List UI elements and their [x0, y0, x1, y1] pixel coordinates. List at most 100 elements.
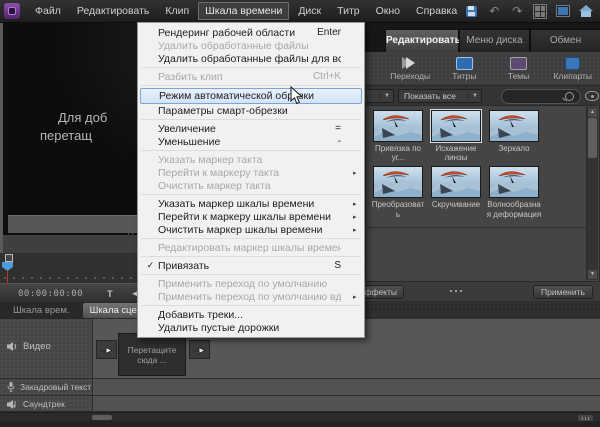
menu-item-label: Разбить клип [158, 71, 313, 83]
menu-item[interactable] [141, 150, 361, 151]
menu-item[interactable] [141, 85, 361, 86]
category-item[interactable]: Титры [438, 56, 490, 81]
effect-item[interactable]: Скручивание [427, 166, 485, 218]
menubar-item[interactable]: Титр [330, 2, 366, 20]
menu-item[interactable] [141, 305, 361, 306]
menu-item[interactable]: Редактировать маркер шкалы времени... [138, 241, 364, 254]
menu-item[interactable]: Удалить обработанные файлы [138, 39, 364, 52]
save-button[interactable] [464, 5, 478, 18]
clip-drop-placeholder[interactable]: Перетащите сюда ... [118, 333, 186, 376]
track-header-soundtrack[interactable]: Саундтрек [0, 397, 92, 411]
category-icon [456, 57, 473, 70]
apply-label: Применить [541, 287, 585, 297]
menu-item[interactable]: Указать маркер шкалы времени ▸ [138, 197, 364, 210]
category-item[interactable]: Клипарты [547, 56, 599, 81]
menu-item[interactable]: Удалить пустые дорожки [138, 321, 364, 334]
menubar-item[interactable]: Шкала времени [198, 2, 289, 20]
soundtrack-track-lane[interactable] [93, 396, 600, 412]
menu-item[interactable] [141, 274, 361, 275]
menu-item[interactable]: Режим автоматической обрезки [140, 88, 362, 104]
tasks-panel-tab[interactable]: Меню диска [459, 29, 530, 52]
menubar-item[interactable]: Диск [291, 2, 328, 20]
menu-item[interactable]: Применить переход по умолчанию вдоль CTI… [138, 290, 364, 303]
menu-item-label: Параметры смарт-обрезки [158, 105, 341, 117]
home-button[interactable] [579, 5, 593, 18]
scroll-down-icon[interactable]: ▼ [588, 270, 597, 279]
menu-item[interactable] [141, 119, 361, 120]
redo-button[interactable]: ↷ [510, 5, 524, 18]
menu-item-label: Привязать [158, 260, 334, 272]
menubar-item[interactable]: Клип [158, 2, 196, 20]
menu-item[interactable] [141, 194, 361, 195]
set-marker-button[interactable]: Т [107, 289, 113, 299]
menu-item[interactable]: Уменьшение - [138, 135, 364, 148]
menu-item-shortcut: - [338, 136, 353, 147]
category-item[interactable]: Темы [493, 56, 545, 81]
list-section-divider [366, 227, 588, 228]
menu-item[interactable] [141, 67, 361, 68]
scroll-up-icon[interactable]: ▲ [588, 108, 597, 117]
menu-item[interactable]: Удалить обработанные файлы для всех прое… [138, 52, 364, 65]
transition-slot-button[interactable] [96, 340, 117, 359]
narration-track-lane[interactable] [93, 379, 600, 395]
menu-item[interactable]: Применить переход по умолчанию [138, 277, 364, 290]
track-header-narration[interactable]: Закадровый текст [0, 380, 92, 394]
splitter-grip-icon[interactable] [450, 290, 462, 292]
apply-button[interactable]: Применить [533, 285, 593, 299]
menu-item[interactable]: Перейти к маркеру шкалы времени ▸ [138, 210, 364, 223]
menu-item[interactable]: Перейти к маркеру такта ▸ [138, 166, 364, 179]
effects-scrollbar[interactable]: ▲ ▼ [586, 107, 598, 280]
category-label: Переходы [390, 71, 430, 81]
search-input[interactable] [501, 89, 581, 104]
scrollbar-thumb[interactable] [92, 415, 112, 420]
menu-item[interactable]: ✓ Привязать S [138, 259, 364, 272]
tasks-panel-tab[interactable]: Обмен [530, 29, 600, 52]
menu-item-label: Увеличение [158, 123, 335, 135]
microphone-icon [7, 382, 15, 392]
effect-item[interactable]: Искажение линзы [427, 110, 485, 162]
menu-item[interactable]: Увеличение = [138, 122, 364, 135]
work-area-marker-icon[interactable] [5, 254, 13, 262]
effect-thumbnail [489, 110, 539, 142]
tasks-panel-tabs: Редактировать Меню диска Обмен [364, 22, 600, 52]
effect-item[interactable]: Привязка по уг... [369, 110, 427, 162]
menu-item[interactable]: Очистить маркер такта [138, 179, 364, 192]
tab-timeline-view[interactable]: Шкала врем. [6, 303, 77, 318]
fullscreen-preview-button[interactable] [556, 5, 570, 18]
menu-item[interactable]: Очистить маркер шкалы времени ▸ [138, 223, 364, 236]
category-label: Титры [452, 71, 476, 81]
menubar-item[interactable]: Справка [409, 2, 464, 20]
menu-item[interactable]: Параметры смарт-обрезки [138, 104, 364, 117]
category-icon-row: Переходы Титры Темы Клипарты [364, 52, 600, 85]
scrollbar-thumb[interactable] [588, 118, 597, 158]
menubar-item[interactable]: Файл [28, 2, 68, 20]
effect-item[interactable]: Преобразовать [369, 166, 427, 218]
effect-label: Зеркало [498, 144, 529, 153]
organizer-button[interactable] [533, 5, 547, 18]
menu-item[interactable] [141, 256, 361, 257]
menu-item[interactable]: Рендеринг рабочей области Enter [138, 26, 364, 39]
effect-item[interactable]: Волнообразная деформация [485, 166, 543, 218]
tasks-panel-tab[interactable]: Редактировать [385, 29, 459, 52]
transition-slot-button[interactable] [189, 340, 210, 359]
menu-item-shortcut: Ctrl+K [313, 71, 353, 82]
chevron-down-icon: ▼ [468, 93, 481, 99]
menubar-item[interactable]: Окно [369, 2, 407, 20]
effect-label: Преобразовать [370, 200, 426, 218]
category-item[interactable]: Переходы [384, 56, 436, 81]
menu-item[interactable] [141, 238, 361, 239]
effects-grid: Привязка по уг... [369, 110, 543, 219]
menu-item[interactable]: Добавить треки... [138, 308, 364, 321]
eye-icon[interactable] [585, 91, 599, 101]
track-header-video[interactable]: Видео [0, 339, 92, 353]
menu-item[interactable]: Разбить клип Ctrl+K [138, 70, 364, 83]
menu-item-shortcut: = [335, 123, 353, 134]
menubar-item[interactable]: Редактировать [70, 2, 157, 20]
effect-item[interactable]: Зеркало [485, 110, 543, 162]
menu-item-label: Очистить маркер шкалы времени [158, 224, 341, 236]
menu-item-label: Перейти к маркеру шкалы времени [158, 211, 341, 223]
undo-button[interactable]: ↶ [487, 5, 501, 18]
show-all-dropdown[interactable]: Показать все ▼ [398, 89, 482, 103]
menu-item[interactable]: Указать маркер такта [138, 153, 364, 166]
submenu-arrow-icon: ▸ [353, 226, 360, 234]
